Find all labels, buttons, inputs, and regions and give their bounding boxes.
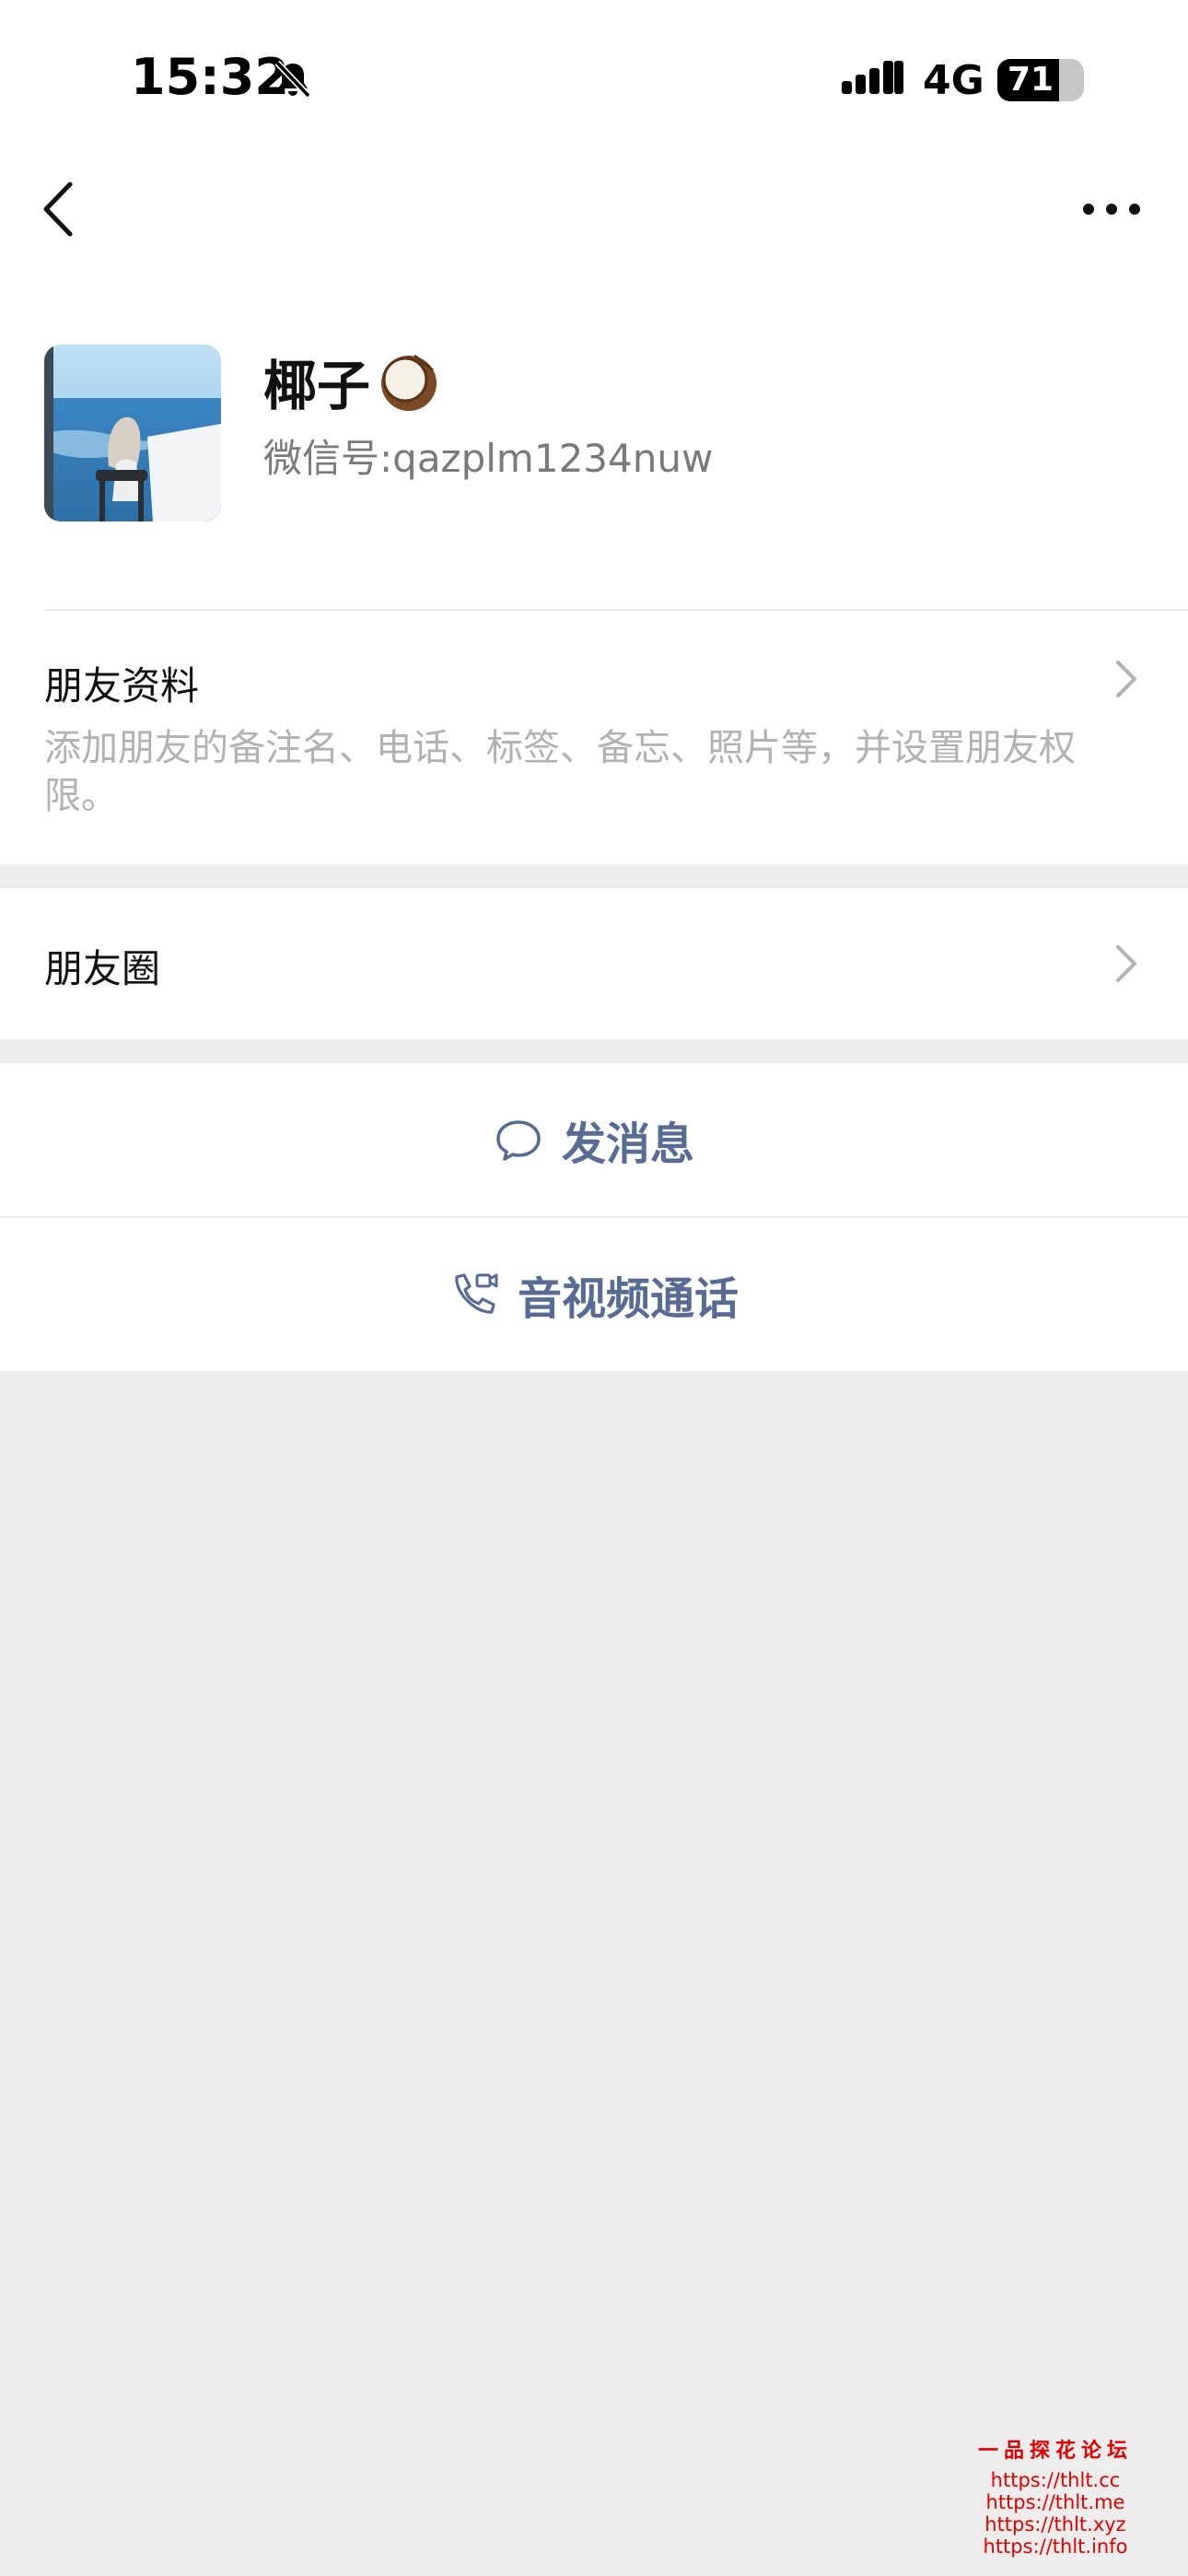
watermark-link: https://thlt.info [983, 2535, 1128, 2558]
watermark-link: https://thlt.me [985, 2491, 1125, 2513]
wechat-id-value: qazplm1234nuw [392, 436, 714, 481]
battery-percent: 71 [1007, 61, 1054, 99]
section-gap [0, 1039, 1188, 1063]
voice-video-call-label: 音视频通话 [517, 1273, 739, 1325]
bell-slash-icon [274, 60, 311, 99]
avatar-image [44, 345, 221, 521]
section-gap [0, 864, 1188, 888]
send-message-button[interactable]: 发消息 [0, 1063, 1188, 1216]
forum-watermark: 一品探花论坛 https://thlt.cc https://thlt.me h… [967, 2434, 1144, 2558]
chevron-left-icon[interactable] [37, 175, 83, 243]
phone-video-icon [455, 1273, 498, 1314]
battery-tip [1077, 72, 1084, 88]
moments-title: 朋友圈 [44, 946, 161, 991]
chevron-right-icon [1116, 945, 1136, 982]
friend-info-title: 朋友资料 [44, 663, 200, 708]
status-bar: 15:32 4G 71 [0, 0, 1188, 157]
chevron-right-icon [1116, 661, 1136, 697]
watermark-link: https://thlt.cc [990, 2469, 1121, 2491]
contact-name: 椰子 [263, 343, 440, 420]
wechat-id: 微信号:qazplm1234nuw [263, 427, 713, 484]
watermark-link: https://thlt.xyz [984, 2513, 1126, 2535]
wechat-id-label: 微信号: [263, 436, 393, 481]
coconut-emoji-icon [381, 354, 437, 411]
network-type: 4G [923, 57, 984, 104]
battery-icon: 71 [997, 59, 1084, 101]
chat-bubble-icon [496, 1120, 541, 1161]
ellipsis-icon[interactable] [1079, 193, 1144, 225]
friend-info-description: 添加朋友的备注名、电话、标签、备忘、照片等，并设置朋友权限。 [44, 727, 1076, 817]
contact-name-text: 椰子 [263, 355, 371, 417]
send-message-label: 发消息 [561, 1118, 694, 1170]
watermark-title: 一品探花论坛 [977, 2440, 1133, 2463]
avatar[interactable] [44, 345, 221, 521]
contact-profile-page: 15:32 4G 71 椰子 微信号:qazplm1234nuw 朋友资料 添加… [0, 0, 1188, 2576]
voice-video-call-button[interactable]: 音视频通话 [0, 1218, 1188, 1371]
moments-row[interactable]: 朋友圈 [0, 888, 1188, 1039]
status-time: 15:32 [131, 48, 289, 106]
cellular-signal-icon [842, 61, 903, 94]
